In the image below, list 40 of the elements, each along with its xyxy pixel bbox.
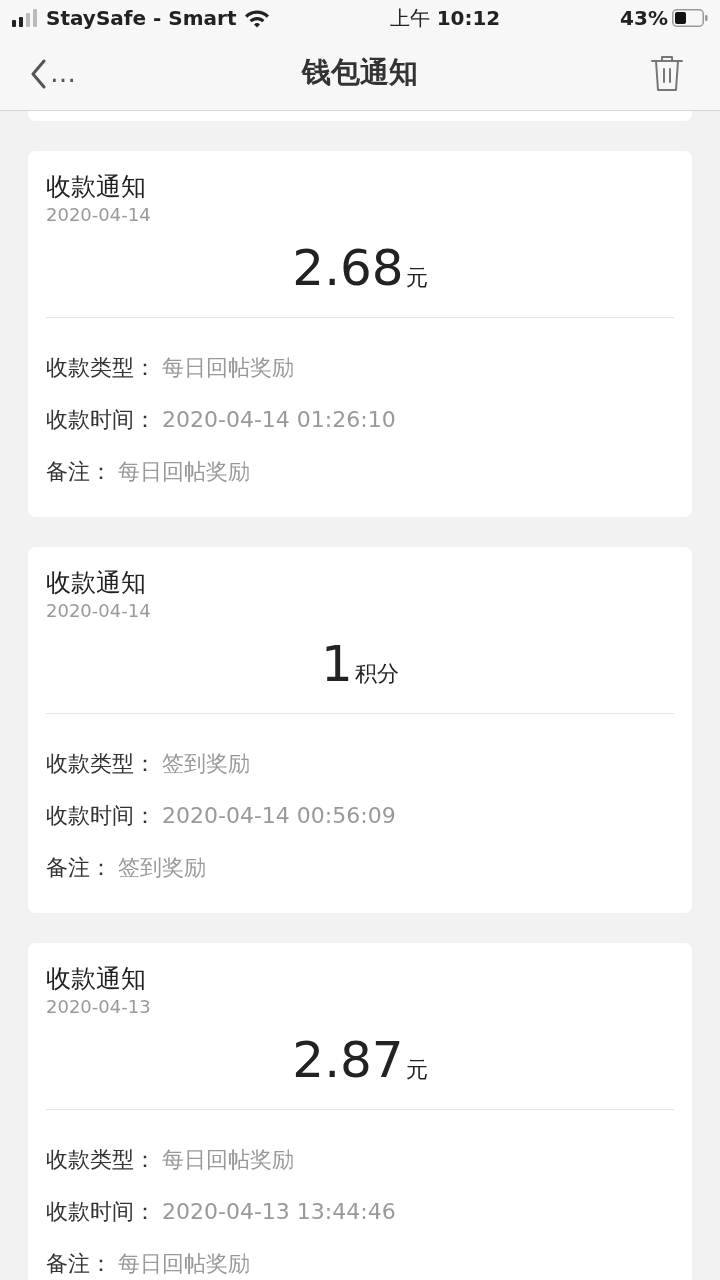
amount-unit: 元	[405, 264, 428, 292]
notice-title: 收款通知	[46, 171, 147, 203]
signal-icon	[12, 9, 38, 27]
field-value: 每日回帖奖励	[118, 1249, 250, 1278]
field-label: 收款时间：	[46, 1197, 156, 1226]
field-value: 每日回帖奖励	[118, 457, 250, 486]
field-value: 2020-04-14 01:26:10	[162, 405, 396, 434]
battery-icon	[672, 9, 708, 27]
delete-button[interactable]	[650, 54, 684, 92]
field-value: 签到奖励	[118, 853, 206, 882]
field-value: 2020-04-13 13:44:46	[162, 1197, 396, 1226]
field-label: 收款时间：	[46, 405, 156, 434]
field-value: 2020-04-14 00:56:09	[162, 801, 396, 830]
notice-title: 收款通知	[46, 963, 147, 995]
back-icon	[30, 58, 46, 89]
page-title: 钱包通知	[302, 54, 418, 92]
field-label: 备注：	[46, 1249, 112, 1278]
amount-unit: 积分	[354, 660, 399, 688]
wifi-icon	[244, 8, 271, 28]
notice-date: 2020-04-14	[46, 599, 152, 623]
field-label: 收款类型：	[46, 749, 156, 778]
field-label: 收款类型：	[46, 353, 156, 382]
amount: 2.68	[292, 241, 404, 295]
field-value: 每日回帖奖励	[162, 1145, 294, 1174]
notice-date: 2020-04-13	[46, 995, 152, 1019]
field-label: 备注：	[46, 853, 112, 882]
field-label: 备注：	[46, 457, 112, 486]
amount-unit: 元	[405, 1056, 428, 1084]
field-value: 签到奖励	[162, 749, 250, 778]
amount: 2.87	[292, 1033, 404, 1087]
amount: 1	[321, 637, 353, 691]
carrier-name: StaySafe - Smart	[46, 5, 237, 32]
field-label: 收款时间：	[46, 801, 156, 830]
back-button[interactable]: …	[30, 54, 76, 93]
battery-percent: 43%	[620, 5, 668, 32]
field-value: 每日回帖奖励	[162, 353, 294, 382]
notice-date: 2020-04-14	[46, 203, 152, 227]
field-label: 收款类型：	[46, 1145, 156, 1174]
notice-title: 收款通知	[46, 567, 147, 599]
status-time: 上午 10:12	[390, 5, 501, 32]
